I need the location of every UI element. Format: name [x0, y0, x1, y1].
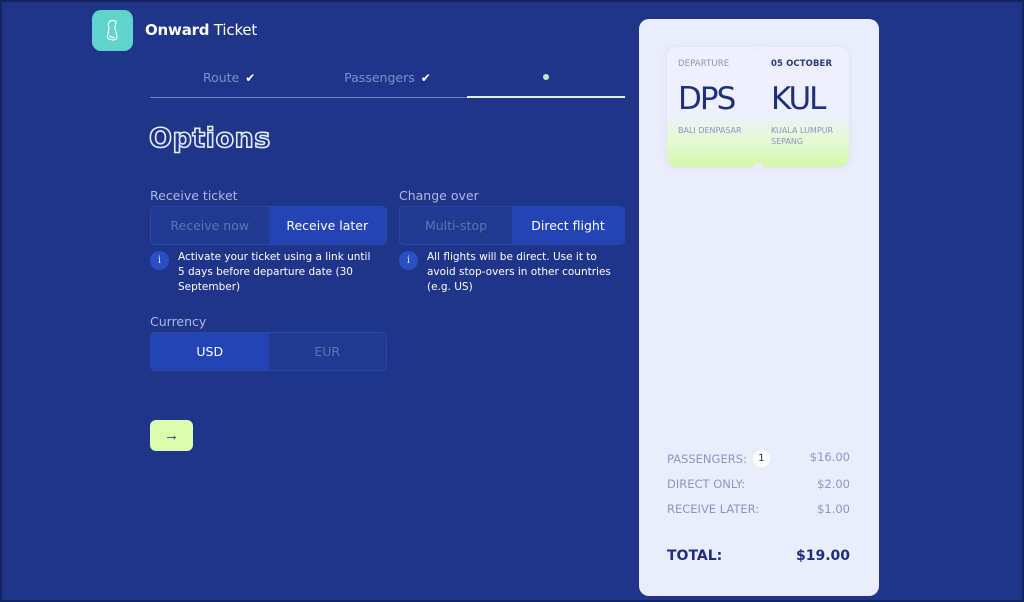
direct-only-amount: $2.00 [817, 477, 850, 491]
receive-ticket-info-text: Activate your ticket using a link until … [178, 251, 371, 293]
ticket-notch-top [753, 46, 763, 51]
step-passengers-label: Passengers [344, 70, 415, 85]
logo [92, 10, 133, 51]
passengers-label: PASSENGERS: [667, 451, 747, 466]
brand-name: Onward Ticket [145, 21, 258, 39]
destination-city: KUALA LUMPUR SEPANG [771, 126, 834, 146]
receive-ticket-label: Receive ticket [150, 188, 238, 203]
flight-ticket-card: DEPARTURE DPS BALI DENPASAR 05 OCTOBER K… [667, 46, 851, 168]
summary-line-passengers: PASSENGERS: 1 $16.00 [667, 450, 850, 467]
summary-line-direct: DIRECT ONLY: $2.00 [667, 477, 850, 491]
total-label: TOTAL: [667, 548, 723, 564]
receive-later-option[interactable]: Receive later [268, 207, 386, 244]
summary-total: TOTAL: $19.00 [667, 548, 850, 564]
change-over-label: Change over [399, 188, 479, 203]
step-route[interactable]: Route ✔ [150, 68, 309, 98]
step-route-label: Route [202, 70, 240, 85]
check-icon: ✔ [420, 70, 431, 85]
arrival-column: 05 OCTOBER KUL KUALA LUMPUR SEPANG [771, 59, 851, 147]
info-icon: i [399, 251, 418, 270]
multi-stop-option[interactable]: Multi-stop [400, 207, 512, 244]
currency-label: Currency [150, 314, 207, 329]
ticket-icon [106, 19, 118, 41]
direct-flight-option[interactable]: Direct flight [512, 207, 624, 244]
dot-icon [542, 74, 549, 80]
ticket-notch-bottom [753, 163, 763, 168]
change-over-toggle: Multi-stop Direct flight [399, 206, 625, 245]
direct-only-label: DIRECT ONLY: [667, 477, 746, 491]
next-button[interactable]: → [150, 420, 193, 451]
check-icon: ✔ [245, 70, 256, 85]
summary-line-receive-later: RECEIVE LATER: $1.00 [667, 502, 850, 516]
currency-toggle: USD EUR [150, 332, 387, 371]
receive-now-option[interactable]: Receive now [151, 207, 269, 244]
passengers-amount: $16.00 [809, 450, 850, 464]
page-title: Options [148, 122, 271, 155]
step-progress: Route ✔ Passengers ✔ [150, 68, 625, 98]
change-over-info: i All flights will be direct. Use it to … [399, 250, 625, 295]
receive-later-label: RECEIVE LATER: [667, 502, 760, 516]
receive-ticket-info: i Activate your ticket using a link unti… [150, 250, 380, 295]
info-icon: i [150, 251, 169, 270]
departure-column: DEPARTURE DPS BALI DENPASAR [678, 59, 758, 136]
receive-ticket-toggle: Receive now Receive later [150, 206, 387, 245]
usd-option[interactable]: USD [151, 333, 269, 370]
total-amount: $19.00 [795, 548, 850, 564]
passenger-count-badge: 1 [752, 450, 770, 467]
step-passengers[interactable]: Passengers ✔ [308, 68, 467, 98]
origin-city: BALI DENPASAR [678, 126, 742, 135]
arrow-right-icon: → [164, 427, 179, 444]
step-options-current [466, 68, 625, 98]
receive-later-amount: $1.00 [817, 502, 850, 516]
order-summary-panel: DEPARTURE DPS BALI DENPASAR 05 OCTOBER K… [639, 19, 879, 596]
change-over-info-text: All flights will be direct. Use it to av… [427, 251, 611, 293]
departure-date: 05 OCTOBER [771, 59, 833, 69]
departure-label: DEPARTURE [678, 59, 730, 69]
origin-code: DPS [678, 81, 736, 117]
eur-option[interactable]: EUR [269, 333, 387, 370]
destination-code: KUL [771, 81, 826, 117]
